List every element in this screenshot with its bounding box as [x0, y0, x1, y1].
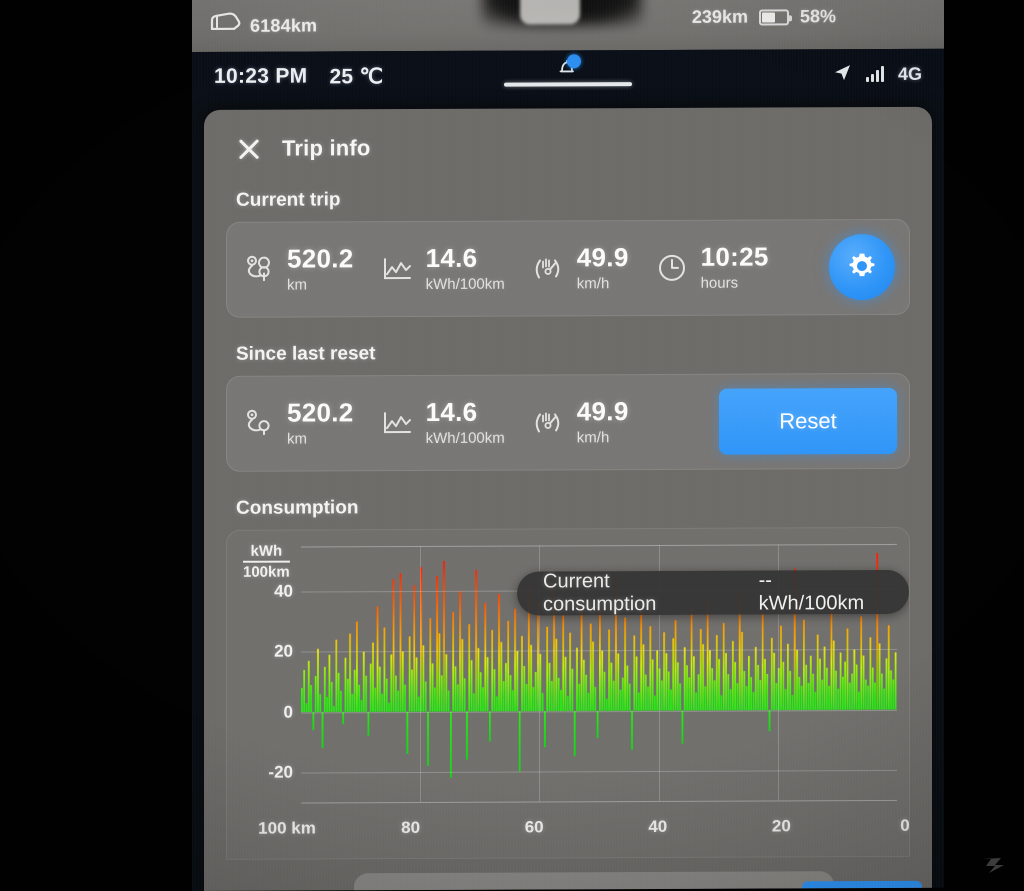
- legend-series-name: Current consumption: [543, 570, 657, 616]
- route-pin-icon: [241, 407, 275, 441]
- legend-value-unit: -- kWh/100km: [759, 569, 883, 616]
- stat-distance: 520.2 km: [241, 243, 380, 294]
- stat-avg-speed: 49.9 km/h: [531, 242, 655, 293]
- navigation-arrow-icon: [832, 62, 852, 87]
- x-axis-tick: 0: [900, 815, 910, 835]
- stat-distance: 520.2 km: [241, 397, 380, 448]
- stat-value: 10:25: [700, 241, 769, 273]
- next-card-peek[interactable]: [354, 871, 834, 891]
- stat-duration: 10:25 hours: [655, 241, 795, 292]
- stat-unit: km/h: [576, 274, 610, 293]
- speedometer-icon: [531, 251, 565, 285]
- stat-unit: kWh/100km: [425, 429, 505, 447]
- reset-button[interactable]: Reset: [719, 387, 897, 455]
- chart-legend[interactable]: Current consumption -- kWh/100km: [517, 569, 909, 616]
- current-trip-label: Current trip: [236, 189, 341, 211]
- y-axis-tick: 40: [274, 581, 293, 601]
- line-chart-icon: [380, 252, 414, 286]
- range-value: 239km: [691, 6, 748, 27]
- consumption-chart-card[interactable]: kWh 100km 40 20 0 -20 100 km 80 60 40 20 0 Curre…: [226, 526, 910, 860]
- stat-value: 14.6: [425, 397, 478, 428]
- stat-unit: kWh/100km: [425, 275, 505, 293]
- x-axis-tick: 20: [771, 816, 791, 836]
- stat-value: 14.6: [425, 243, 478, 274]
- y-axis-tick: -20: [268, 762, 293, 782]
- trip-info-sheet: Trip info Current trip 520.2 km 14.6 kWh…: [204, 106, 932, 891]
- consumption-label: Consumption: [236, 497, 359, 519]
- speedometer-icon: [531, 405, 565, 439]
- battery-icon: [758, 8, 789, 26]
- blurred-dash-notch: [520, 0, 580, 25]
- stat-value: 49.9: [576, 242, 629, 273]
- car-icon: [208, 10, 242, 41]
- notification-badge-dot: [567, 54, 581, 69]
- stat-consumption: 14.6 kWh/100km: [380, 397, 531, 447]
- home-indicator[interactable]: [504, 82, 632, 87]
- stat-consumption: 14.6 kWh/100km: [380, 243, 531, 293]
- stat-value: 520.2: [287, 397, 354, 429]
- signal-bars-icon: [865, 65, 884, 83]
- x-axis-tick: 40: [648, 816, 668, 837]
- current-trip-card: 520.2 km 14.6 kWh/100km 49.9 km/h 10:25 …: [226, 218, 910, 318]
- legend-unit: kWh/100km: [758, 592, 865, 615]
- legend-value: --: [758, 569, 772, 592]
- page-title: Trip info: [282, 135, 371, 161]
- clock-icon: [655, 251, 689, 285]
- next-card-blue-button-peek[interactable]: [802, 880, 922, 891]
- x-axis-tick-labels: 100 km 80 60 40 20 0: [258, 816, 910, 843]
- y-axis-tick: 0: [283, 702, 293, 722]
- y-axis-tick: 20: [274, 641, 293, 662]
- x-axis-tick: 80: [401, 818, 421, 838]
- vehicle-status-strip: 6184km 239km 58%: [192, 0, 944, 52]
- since-last-reset-card: 520.2 km 14.6 kWh/100km 49.9 km/h Reset: [226, 372, 910, 472]
- odometer-group: 6184km: [208, 10, 317, 41]
- status-bar-right: 4G: [832, 49, 922, 99]
- vehicle-head-unit-screen: 6184km 239km 58% 10:23 PM 25 ℃ 4G Trip i…: [192, 0, 944, 891]
- battery-percent: 58%: [799, 6, 836, 27]
- stat-unit: km/h: [576, 428, 610, 447]
- gear-icon: [844, 247, 880, 286]
- line-chart-icon: [380, 406, 414, 440]
- chart-vertical-gridline: [420, 546, 422, 803]
- network-type: 4G: [897, 63, 922, 84]
- trip-settings-button[interactable]: [829, 233, 895, 301]
- stat-unit: km: [287, 276, 307, 294]
- battery-fill: [761, 11, 776, 23]
- stat-value: 520.2: [287, 243, 354, 275]
- sheet-header: Trip info: [222, 107, 914, 164]
- bell-icon[interactable]: [555, 54, 581, 78]
- stat-unit: hours: [700, 274, 739, 292]
- x-axis-tick: 60: [524, 817, 544, 837]
- odometer-value: 6184km: [250, 14, 318, 36]
- y-axis-tick-labels: 40 20 0 -20: [237, 531, 293, 859]
- range-battery-group: 239km 58%: [692, 6, 836, 28]
- x-axis-tick: 100 km: [258, 818, 316, 838]
- stat-unit: km: [287, 430, 307, 448]
- since-last-reset-label: Since last reset: [236, 343, 376, 365]
- photograph-of-head-unit: 6184km 239km 58% 10:23 PM 25 ℃ 4G Trip i…: [0, 0, 1024, 891]
- watermark-logo-icon: [980, 855, 1006, 877]
- stat-avg-speed: 49.9 km/h: [531, 396, 655, 447]
- os-status-bar: 10:23 PM 25 ℃ 4G: [192, 48, 944, 102]
- stat-value: 49.9: [576, 396, 629, 427]
- close-icon[interactable]: [234, 134, 264, 164]
- route-pin-icon: [241, 253, 275, 287]
